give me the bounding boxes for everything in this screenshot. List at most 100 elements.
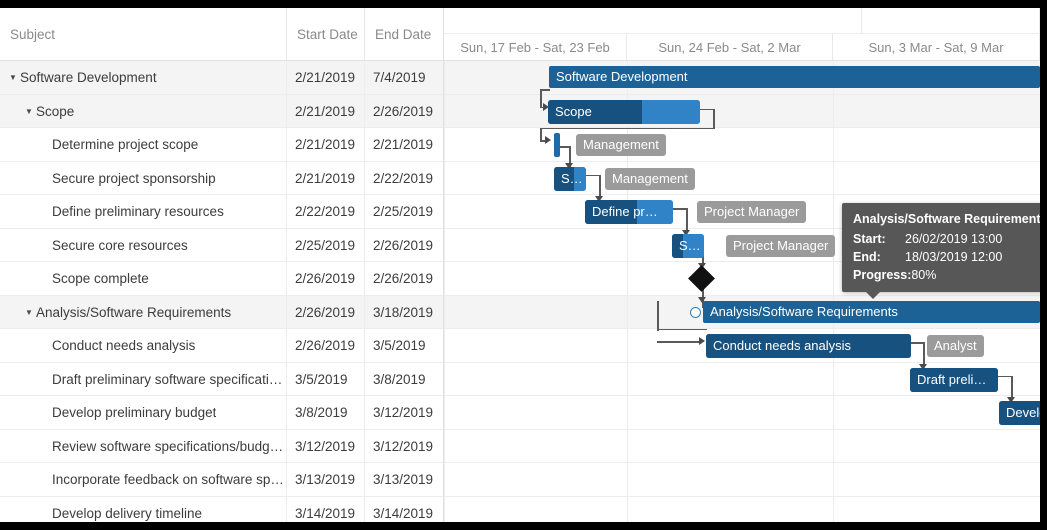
- table-row[interactable]: Review software specifications/budge… 3/1…: [0, 429, 443, 463]
- cell-end-date[interactable]: 3/5/2019: [365, 329, 443, 362]
- cell-subject[interactable]: ▼ Software Development: [0, 61, 287, 94]
- table-row[interactable]: Incorporate feedback on software sp… 3/13…: [0, 463, 443, 497]
- dependency-line: [657, 300, 659, 331]
- cell-subject[interactable]: Develop delivery timeline: [0, 496, 287, 522]
- timeline-row: [444, 396, 1040, 430]
- timeline-row: [444, 497, 1040, 523]
- cell-end-date[interactable]: 3/12/2019: [365, 396, 443, 429]
- cell-start-date[interactable]: 2/21/2019: [287, 61, 365, 94]
- cell-end-date[interactable]: 3/13/2019: [365, 463, 443, 496]
- cell-subject[interactable]: ▼ Scope: [0, 94, 287, 128]
- table-row[interactable]: Draft preliminary software specificati… 3…: [0, 362, 443, 396]
- cell-subject[interactable]: Develop preliminary budget: [0, 396, 287, 429]
- grid-header: Subject Start Date End Date: [0, 8, 443, 61]
- table-row[interactable]: Conduct needs analysis 2/26/2019 3/5/2019: [0, 329, 443, 363]
- cell-end-date[interactable]: 3/12/2019: [365, 430, 443, 463]
- cell-end-date[interactable]: 3/14/2019: [365, 497, 443, 523]
- bar-analysis-requirements[interactable]: Analysis/Software Requirements: [703, 300, 1040, 323]
- cell-start-date[interactable]: 2/21/2019: [287, 94, 365, 128]
- chevron-down-icon[interactable]: ▼: [22, 95, 36, 128]
- bar-secure-core[interactable]: S…: [672, 233, 704, 258]
- dependency-line: [998, 375, 1012, 378]
- chevron-down-icon[interactable]: ▼: [22, 296, 36, 329]
- tooltip-start-row: Start: 26/02/2019 13:00: [853, 230, 1040, 248]
- dependency-line: [599, 174, 601, 199]
- cell-subject-label: Secure core resources: [52, 237, 188, 253]
- cell-subject-label: Software Development: [20, 70, 157, 85]
- cell-subject[interactable]: Secure project sponsorship: [0, 161, 287, 195]
- bar-determine-scope[interactable]: [554, 133, 560, 157]
- timeline-row: [444, 128, 1040, 162]
- timeline-chart[interactable]: Sun, 17 Feb - Sat, 23 Feb Sun, 24 Feb - S…: [444, 8, 1040, 522]
- resource-label-project-manager-1: Project Manager: [697, 201, 807, 223]
- cell-subject[interactable]: Conduct needs analysis: [0, 329, 287, 362]
- cell-start-date[interactable]: 3/14/2019: [287, 496, 365, 522]
- cell-subject[interactable]: Determine project scope: [0, 128, 287, 161]
- bar-develop-budget[interactable]: Develo: [999, 401, 1040, 425]
- table-row[interactable]: ▼ Software Development 2/21/2019 7/4/2019: [0, 61, 443, 95]
- cell-subject[interactable]: Secure core resources: [0, 228, 287, 262]
- cell-end-date[interactable]: 7/4/2019: [365, 61, 443, 94]
- cell-start-date[interactable]: 2/26/2019: [287, 295, 365, 329]
- cell-subject-label: Develop preliminary budget: [52, 405, 217, 420]
- cell-start-date[interactable]: 3/5/2019: [287, 362, 365, 396]
- bar-draft-preliminary[interactable]: Draft preli…: [910, 367, 998, 392]
- cell-end-date[interactable]: 2/25/2019: [365, 195, 443, 228]
- cell-subject[interactable]: Incorporate feedback on software sp…: [0, 463, 287, 496]
- dependency-line: [686, 208, 688, 232]
- cell-end-date[interactable]: 3/8/2019: [365, 363, 443, 396]
- table-row[interactable]: Develop preliminary budget 3/8/2019 3/12/2…: [0, 396, 443, 430]
- bar-software-development[interactable]: Software Development: [549, 66, 1040, 88]
- bar-conduct-needs[interactable]: Conduct needs analysis: [706, 334, 911, 358]
- cell-start-date[interactable]: 3/12/2019: [287, 429, 365, 463]
- column-header-end-date[interactable]: End Date: [365, 8, 443, 60]
- cell-start-date[interactable]: 2/21/2019: [287, 128, 365, 161]
- dependency-line: [713, 108, 715, 129]
- cell-end-date[interactable]: 3/18/2019: [365, 296, 443, 329]
- column-header-end-date-label: End Date: [375, 26, 432, 42]
- bar-label: Scope: [555, 103, 592, 119]
- tooltip-start-label: Start:: [853, 232, 886, 246]
- table-row[interactable]: ▼ Scope 2/21/2019 2/26/2019: [0, 94, 443, 128]
- timeline-gridline: [444, 61, 445, 522]
- cell-start-date[interactable]: 2/26/2019: [287, 329, 365, 362]
- cell-start-date[interactable]: 2/26/2019: [287, 262, 365, 295]
- bar-scope[interactable]: Scope: [548, 99, 700, 124]
- bar-selection-handle-icon[interactable]: [690, 306, 701, 318]
- cell-subject[interactable]: ▼ Analysis/Software Requirements: [0, 295, 287, 329]
- cell-start-date[interactable]: 2/22/2019: [287, 195, 365, 228]
- timeline-tier1-cell: [862, 8, 1040, 34]
- column-header-subject[interactable]: Subject: [0, 8, 287, 60]
- cell-end-date[interactable]: 2/26/2019: [365, 262, 443, 295]
- cell-subject-label: Determine project scope: [52, 137, 199, 152]
- table-row[interactable]: Develop delivery timeline 3/14/2019 3/14/2…: [0, 496, 443, 523]
- cell-subject-label: Draft preliminary software specificati…: [52, 371, 283, 387]
- table-row[interactable]: Secure project sponsorship 2/21/2019 2/22/…: [0, 161, 443, 195]
- cell-start-date[interactable]: 2/21/2019: [287, 161, 365, 195]
- cell-subject[interactable]: Review software specifications/budge…: [0, 429, 287, 463]
- task-grid[interactable]: Subject Start Date End Date ▼ Software De…: [0, 8, 444, 522]
- gantt-chart-app: Subject Start Date End Date ▼ Software De…: [0, 8, 1040, 522]
- cell-start-date[interactable]: 3/8/2019: [287, 396, 365, 429]
- cell-subject[interactable]: Draft preliminary software specificati…: [0, 362, 287, 396]
- column-header-start-date[interactable]: Start Date: [287, 8, 365, 60]
- table-row[interactable]: Define preliminary resources 2/22/2019 2/2…: [0, 195, 443, 229]
- tooltip-end-value: 18/03/2019 12:00: [905, 250, 1003, 264]
- cell-end-date[interactable]: 2/26/2019: [365, 229, 443, 262]
- bar-secure-sponsorship[interactable]: S…: [554, 166, 586, 191]
- cell-end-date[interactable]: 2/21/2019: [365, 128, 443, 161]
- cell-end-date[interactable]: 2/26/2019: [365, 95, 443, 128]
- table-row[interactable]: Scope complete 2/26/2019 2/26/2019: [0, 262, 443, 296]
- cell-end-date[interactable]: 2/22/2019: [365, 162, 443, 195]
- table-row[interactable]: ▼ Analysis/Software Requirements 2/26/2019…: [0, 295, 443, 329]
- cell-subject[interactable]: Scope complete: [0, 262, 287, 295]
- cell-start-date[interactable]: 3/13/2019: [287, 463, 365, 496]
- bar-define-resources[interactable]: Define pr…: [585, 200, 673, 224]
- dependency-line: [700, 108, 714, 111]
- cell-start-date[interactable]: 2/25/2019: [287, 228, 365, 262]
- tooltip-progress-value: 80%: [911, 268, 937, 282]
- table-row[interactable]: Determine project scope 2/21/2019 2/21/201…: [0, 128, 443, 162]
- table-row[interactable]: Secure core resources 2/25/2019 2/26/2019: [0, 228, 443, 262]
- cell-subject[interactable]: Define preliminary resources: [0, 195, 287, 228]
- chevron-down-icon[interactable]: ▼: [6, 61, 20, 94]
